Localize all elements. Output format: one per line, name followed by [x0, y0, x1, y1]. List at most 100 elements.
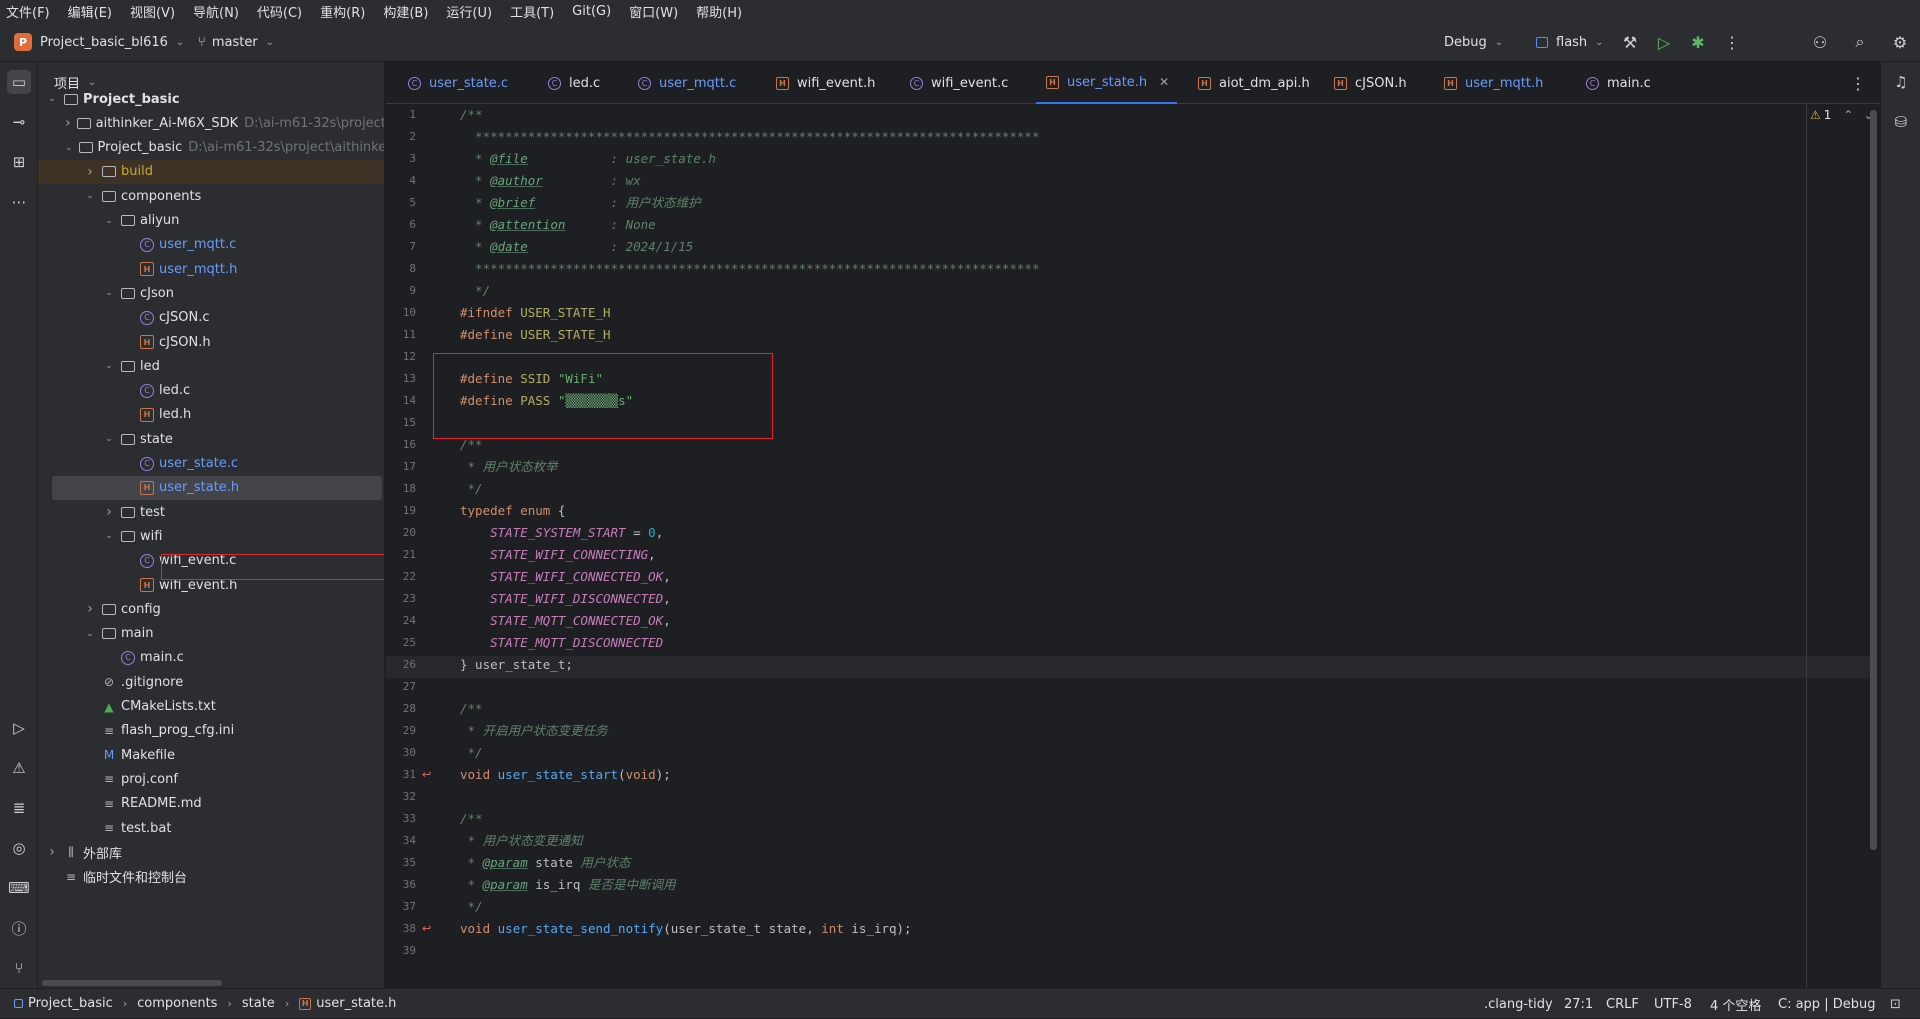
tree-item[interactable]: ⌄ led [38, 354, 384, 378]
horizontal-scrollbar[interactable] [42, 980, 222, 986]
notifications-bell-icon[interactable]: ♫ [1889, 70, 1913, 94]
menu-item[interactable]: Git(G) [572, 4, 611, 19]
more-vertical-icon[interactable]: ⋮ [1848, 73, 1868, 93]
tree-item[interactable]: › build [38, 159, 384, 184]
tree-item[interactable]: Huser_mqtt.h [38, 257, 384, 281]
tree-item[interactable]: ⌄ state [38, 427, 384, 451]
caret-position[interactable]: 27:1 [1564, 989, 1593, 1019]
menu-item[interactable]: 视图(V) [130, 2, 175, 21]
tree-item[interactable]: ⌄ main [38, 622, 384, 646]
editor-tab[interactable]: Haiot_dm_api.h [1188, 62, 1320, 104]
breadcrumb-item[interactable]: state [242, 996, 275, 1011]
menu-item[interactable]: 窗口(W) [629, 2, 678, 21]
chevron-down-icon[interactable]: ⌄ [103, 361, 115, 371]
chevron-right-icon[interactable]: › [46, 844, 58, 860]
menu-item[interactable]: 帮助(H) [696, 2, 742, 21]
tree-item[interactable]: HcJSON.h [38, 330, 384, 354]
tree-item[interactable]: › ⫼ 外部库 [38, 840, 384, 864]
todo-list-icon[interactable]: ≣ [7, 796, 31, 820]
tree-item[interactable]: ⌄ Project_basic [38, 87, 384, 111]
menu-item[interactable]: 构建(B) [383, 2, 428, 21]
gear-icon[interactable]: ⚙ [1890, 32, 1910, 52]
tree-item[interactable]: › aithinker_Ai-M6X_SDK D:\ai-m61-32s\proje… [38, 111, 384, 135]
folder-icon[interactable]: ▭ [7, 70, 31, 94]
tree-item[interactable]: M Makefile [38, 743, 384, 767]
tree-item[interactable]: ⌄ aliyun [38, 209, 384, 233]
terminal-icon[interactable]: ⌨ [7, 876, 31, 900]
problems-icon[interactable]: ⓘ [7, 916, 31, 940]
tree-item[interactable]: ≡ flash_prog_cfg.ini [38, 719, 384, 743]
chevron-down-icon[interactable]: ⌄ [84, 191, 96, 201]
chevron-down-icon[interactable]: ⌄ [103, 288, 115, 298]
more-horizontal-icon[interactable]: ⋯ [7, 190, 31, 214]
editor-tab[interactable]: Cuser_mqtt.c [628, 62, 746, 104]
chevron-down-icon[interactable]: ⌄ [84, 629, 96, 639]
chevron-right-icon[interactable]: › [103, 504, 115, 520]
vertical-scrollbar[interactable] [1870, 110, 1877, 850]
build-config-select[interactable]: Debug ⌄ [1444, 22, 1503, 62]
menu-item[interactable]: 代码(C) [257, 2, 302, 21]
menu-item[interactable]: 编辑(E) [68, 2, 112, 21]
editor-tab[interactable]: Huser_mqtt.h [1434, 62, 1553, 104]
menu-item[interactable]: 重构(R) [320, 2, 365, 21]
branch-switcher[interactable]: ⑂ master ⌄ [198, 22, 274, 62]
editor-tab[interactable]: Cuser_state.c [398, 62, 518, 104]
tree-item[interactable]: › config [38, 597, 384, 621]
tree-item[interactable]: CcJSON.c [38, 306, 384, 330]
indent-setting[interactable]: 4 个空格 [1710, 989, 1761, 1019]
chevron-right-icon[interactable]: › [65, 115, 71, 131]
line-separator[interactable]: CRLF [1606, 989, 1639, 1019]
menu-item[interactable]: 文件(F) [6, 2, 50, 21]
tree-item[interactable]: ⌄ cJson [38, 281, 384, 305]
editor-tab[interactable]: Cmain.c [1576, 62, 1661, 104]
add-user-icon[interactable]: ⚇ [1810, 32, 1830, 52]
tree-item[interactable]: ≡ 临时文件和控制台 [38, 865, 384, 889]
services-icon[interactable]: ◎ [7, 836, 31, 860]
git-icon[interactable]: ⑂ [7, 956, 31, 980]
tree-item[interactable]: ▲ CMakeLists.txt [38, 695, 384, 719]
lock-icon[interactable]: ⊡ [1890, 989, 1901, 1019]
project-switcher[interactable]: P Project_basic_bl616 ⌄ [14, 22, 184, 62]
tree-item[interactable]: ≡ test.bat [38, 816, 384, 840]
tree-item[interactable]: Huser_state.h [52, 475, 382, 500]
menu-item[interactable]: 导航(N) [193, 2, 239, 21]
database-icon[interactable]: ⛁ [1889, 110, 1913, 134]
run-config-select[interactable]: flash ⌄ [1536, 22, 1604, 62]
chevron-right-icon[interactable]: › [84, 164, 96, 180]
tree-item[interactable]: ⌄ Project_basic D:\ai-m61-32s\project\aith… [38, 136, 384, 160]
tree-item[interactable]: ⌄ components [38, 184, 384, 208]
editor-tab[interactable]: HcJSON.h [1324, 62, 1417, 104]
tree-item[interactable]: ⊘ .gitignore [38, 670, 384, 694]
more-vertical-icon[interactable]: ⋮ [1722, 32, 1742, 52]
tree-item[interactable]: › test [38, 500, 384, 524]
implementation-marker-icon[interactable]: ↩ [422, 918, 431, 940]
tree-item[interactable]: Cmain.c [38, 646, 384, 670]
tree-item[interactable]: Cuser_state.c [38, 452, 384, 476]
menu-item[interactable]: 运行(U) [446, 2, 492, 21]
tree-item[interactable]: ≡ proj.conf [38, 767, 384, 791]
inspection-widget[interactable]: ⚠ 1 ⌃ ⌄ [1810, 104, 1874, 126]
breadcrumb-item[interactable]: components [137, 996, 217, 1011]
editor-tab[interactable]: Huser_state.h ✕ [1036, 62, 1178, 104]
run-icon[interactable]: ▷ [1654, 32, 1674, 52]
chevron-down-icon[interactable]: ⌄ [103, 216, 115, 226]
chevron-down-icon[interactable]: ⌄ [103, 531, 115, 541]
debug-bug-icon[interactable]: ✱ [1688, 32, 1708, 52]
chevron-right-icon[interactable]: › [84, 601, 96, 617]
tree-item[interactable]: Cled.c [38, 379, 384, 403]
close-icon[interactable]: ✕ [1159, 75, 1169, 89]
editor-tab[interactable]: Hwifi_event.h [766, 62, 885, 104]
tree-item[interactable]: ≡ README.md [38, 792, 384, 816]
breadcrumb-item[interactable]: Project_basic [28, 996, 113, 1011]
hammer-icon[interactable]: ⚒ [1620, 32, 1640, 52]
implementation-marker-icon[interactable]: ↩ [422, 764, 431, 786]
search-icon[interactable]: ⌕ [1850, 32, 1870, 52]
commit-icon[interactable]: ⊸ [7, 110, 31, 134]
code-text[interactable]: /** ************************************… [460, 104, 1870, 988]
file-encoding[interactable]: UTF-8 [1654, 989, 1692, 1019]
editor-tab[interactable]: Cwifi_event.c [900, 62, 1018, 104]
inspector-profile[interactable]: .clang-tidy [1484, 989, 1553, 1019]
editor-tab[interactable]: Cled.c [538, 62, 610, 104]
chevron-down-icon[interactable]: ⌄ [65, 143, 73, 153]
structure-icon[interactable]: ⊞ [7, 150, 31, 174]
